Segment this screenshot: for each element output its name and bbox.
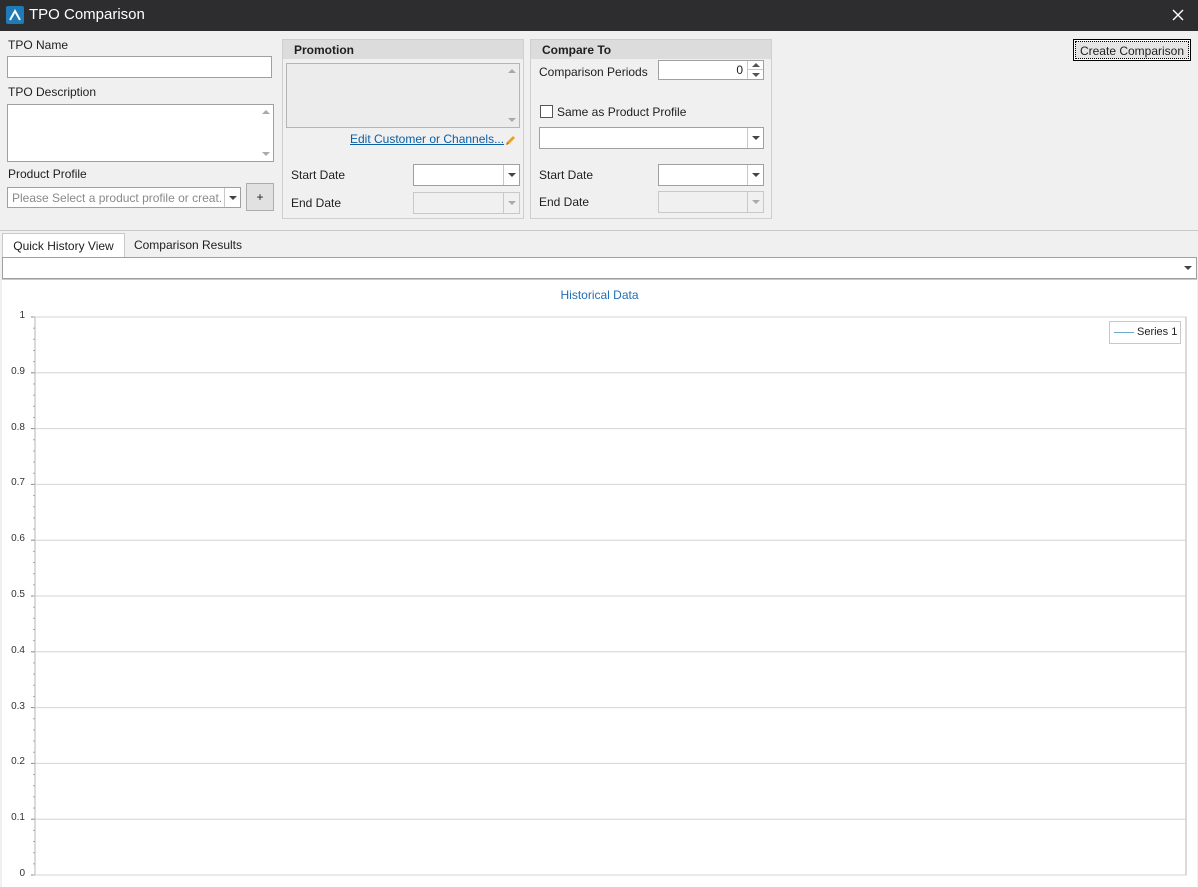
y-tick-label: 0.7 <box>11 477 25 489</box>
compare-to-header: Compare To <box>531 40 771 59</box>
legend-series-label: Series 1 <box>1137 326 1178 338</box>
tpo-name-label: TPO Name <box>8 38 69 52</box>
compare-profile-dropdown[interactable] <box>539 127 764 149</box>
chart-plot <box>31 316 1187 876</box>
spin-buttons[interactable] <box>747 61 763 79</box>
y-tick-label: 0.4 <box>11 644 25 656</box>
comparison-periods-label: Comparison Periods <box>539 65 648 79</box>
pencil-icon[interactable] <box>504 133 518 147</box>
comparison-periods-value: 0 <box>736 63 743 77</box>
app-logo-icon <box>6 6 24 24</box>
compare-start-date-label: Start Date <box>539 168 594 182</box>
history-series-dropdown[interactable] <box>2 257 1197 279</box>
y-tick-label: 0.9 <box>11 365 25 377</box>
description-scrollbar[interactable] <box>259 106 272 160</box>
promotion-start-date-picker[interactable] <box>413 164 520 186</box>
y-tick-label: 0 <box>19 868 25 879</box>
y-tick-label: 0.3 <box>11 700 25 712</box>
promotion-customers-list[interactable] <box>286 63 520 128</box>
compare-end-date-picker[interactable] <box>658 191 764 213</box>
chevron-down-icon[interactable] <box>503 193 519 213</box>
legend-series-swatch <box>1114 332 1134 333</box>
tpo-name-input[interactable] <box>7 56 272 78</box>
y-tick-label: 0.2 <box>11 756 25 768</box>
compare-start-date-picker[interactable] <box>658 164 764 186</box>
section-divider <box>0 230 1198 231</box>
window-title: TPO Comparison <box>29 6 145 23</box>
close-icon[interactable] <box>1168 5 1188 25</box>
y-tick-label: 0.5 <box>11 589 25 600</box>
y-tick-label: 0.1 <box>11 812 25 824</box>
title-bar: TPO Comparison <box>0 0 1198 31</box>
product-profile-dropdown[interactable]: Please Select a product profile or creat… <box>7 187 241 208</box>
comparison-periods-stepper[interactable]: 0 <box>658 60 764 80</box>
chevron-down-icon[interactable] <box>224 188 240 207</box>
promotion-group: Promotion Edit Customer or Channels... S… <box>282 39 524 219</box>
promotion-end-date-picker[interactable] <box>413 192 520 214</box>
product-profile-label: Product Profile <box>8 167 87 181</box>
y-tick-label: 0.8 <box>11 421 25 433</box>
product-profile-placeholder: Please Select a product profile or creat… <box>12 191 222 205</box>
tpo-description-label: TPO Description <box>8 85 97 99</box>
chevron-down-icon[interactable] <box>503 165 519 185</box>
create-comparison-button[interactable]: Create Comparison <box>1073 39 1191 61</box>
same-as-profile-checkbox[interactable] <box>540 105 553 118</box>
chevron-down-icon[interactable] <box>747 192 763 212</box>
same-as-profile-label: Same as Product Profile <box>557 105 687 119</box>
chevron-down-icon[interactable] <box>747 128 763 148</box>
y-tick-label: 1 <box>19 310 25 321</box>
promotion-end-date-label: End Date <box>291 196 342 210</box>
chevron-down-icon[interactable] <box>1180 258 1196 278</box>
y-tick-label: 0.6 <box>11 533 25 545</box>
tpo-description-input[interactable] <box>7 104 274 162</box>
chart-legend: Series 1 <box>1109 321 1181 344</box>
historical-chart: Historical Data 1 0.9 0.8 0.7 0.6 0.5 0.4 0.3 0.… <box>2 279 1197 887</box>
promotion-list-scrollbar[interactable] <box>505 65 518 126</box>
edit-customer-channels-link[interactable]: Edit Customer or Channels... <box>350 132 504 146</box>
tab-quick-history-view[interactable]: Quick History View <box>2 233 125 257</box>
add-product-profile-button[interactable]: + <box>246 183 274 211</box>
compare-end-date-label: End Date <box>539 195 590 209</box>
promotion-header: Promotion <box>283 40 523 59</box>
chevron-down-icon[interactable] <box>747 165 763 185</box>
tab-comparison-results[interactable]: Comparison Results <box>127 233 249 257</box>
compare-to-group: Compare To Comparison Periods 0 Same as … <box>530 39 772 219</box>
promotion-start-date-label: Start Date <box>291 168 346 182</box>
